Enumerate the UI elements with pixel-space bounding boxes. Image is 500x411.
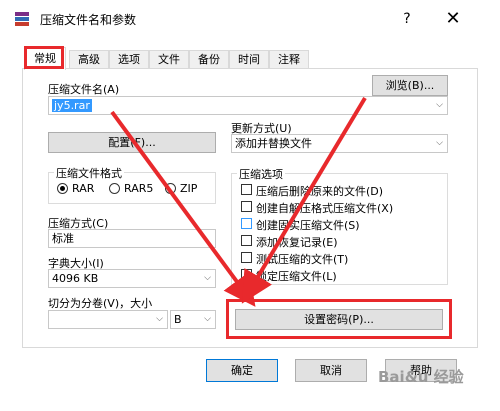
update-mode-value: 添加并替换文件: [235, 137, 312, 150]
highlight-set-password: [226, 299, 452, 339]
update-mode-select[interactable]: 添加并替换文件 ⌵: [231, 134, 448, 153]
tab-label: 高级: [78, 53, 100, 66]
tab-label: 备份: [198, 53, 220, 66]
archive-name-label: 压缩文件名(A): [48, 83, 120, 96]
dropdown-arrow-icon: ⌵: [436, 100, 443, 110]
split-size-combo[interactable]: ⌵: [48, 310, 168, 329]
tab-options[interactable]: 选项: [109, 50, 149, 69]
ok-button[interactable]: 确定: [206, 359, 278, 382]
split-unit-value: B: [174, 313, 182, 326]
window-title: 压缩文件名和参数: [40, 13, 137, 27]
checkbox-lock[interactable]: [241, 269, 252, 280]
cancel-button[interactable]: 取消: [295, 359, 367, 382]
method-select[interactable]: 标准: [48, 229, 216, 248]
browse-button[interactable]: 浏览(B)...: [372, 75, 448, 96]
radio-zip[interactable]: [165, 183, 176, 194]
dropdown-arrow-icon: ⌵: [204, 314, 211, 324]
checkbox-lock-label: 锁定压缩文件(L): [256, 270, 337, 283]
split-unit-select[interactable]: B ⌵: [170, 310, 216, 329]
radio-rar-label: RAR: [72, 182, 95, 195]
format-group-label: 压缩文件格式: [54, 165, 124, 181]
radio-rar5-label: RAR5: [124, 182, 154, 195]
dict-select[interactable]: 4096 KB ⌵: [48, 269, 216, 288]
highlight-tab-general: [24, 46, 64, 69]
tab-label: 选项: [118, 53, 140, 66]
tab-backup[interactable]: 备份: [189, 50, 229, 69]
checkbox-solid[interactable]: [241, 218, 252, 229]
checkbox-delete-after[interactable]: [241, 184, 252, 195]
checkbox-recovery-label: 添加恢复记录(E): [256, 236, 338, 249]
profiles-button[interactable]: 配置(F)...: [48, 132, 216, 153]
checkbox-sfx-label: 创建自解压格式压缩文件(X): [256, 202, 394, 215]
method-value: 标准: [52, 232, 74, 245]
tab-files[interactable]: 文件: [149, 50, 189, 69]
options-group-label: 压缩选项: [237, 166, 285, 182]
archive-name-value: jy5.rar: [52, 99, 92, 112]
dropdown-arrow-icon: ⌵: [436, 138, 443, 148]
checkbox-delete-after-label: 压缩后删除原来的文件(D): [256, 185, 384, 198]
checkbox-test[interactable]: [241, 252, 252, 263]
help-title-button[interactable]: ?: [396, 8, 418, 30]
tab-label: 时间: [238, 53, 260, 66]
split-label: 切分为分卷(V)，大小: [48, 297, 153, 310]
tab-comment[interactable]: 注释: [269, 50, 309, 69]
checkbox-solid-label: 创建固实压缩文件(S): [256, 219, 360, 232]
radio-rar5[interactable]: [109, 183, 120, 194]
checkbox-recovery[interactable]: [241, 235, 252, 246]
dict-value: 4096 KB: [52, 272, 99, 285]
checkbox-test-label: 测试压缩的文件(T): [256, 253, 349, 266]
tab-time[interactable]: 时间: [229, 50, 269, 69]
close-icon[interactable]: ✕: [442, 8, 464, 30]
watermark: Bai&u 经验: [378, 368, 464, 386]
winrar-icon: [14, 12, 30, 26]
radio-rar[interactable]: [57, 183, 68, 194]
tab-advanced[interactable]: 高级: [69, 50, 109, 69]
dropdown-arrow-icon: ⌵: [156, 314, 163, 324]
checkbox-sfx[interactable]: [241, 201, 252, 212]
tab-label: 注释: [278, 53, 300, 66]
dropdown-arrow-icon: ⌵: [204, 273, 211, 283]
radio-zip-label: ZIP: [180, 182, 198, 195]
tab-label: 文件: [158, 53, 180, 66]
archive-name-combo[interactable]: jy5.rar ⌵: [48, 96, 448, 115]
